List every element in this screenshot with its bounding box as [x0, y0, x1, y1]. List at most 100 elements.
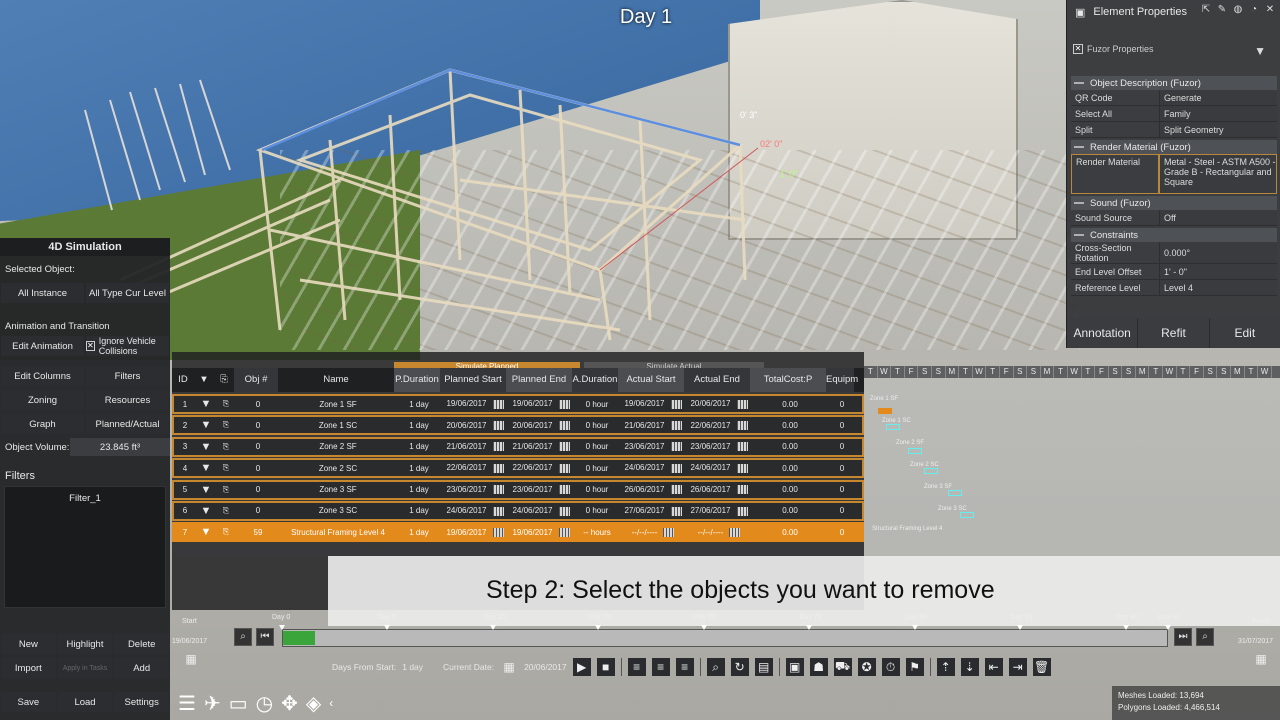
row-planned-start[interactable]: 19/06/2017 — [442, 528, 508, 538]
row-equipment[interactable]: 0 — [828, 442, 856, 451]
table-row[interactable]: 1 ▼ ⎘ 0 Zone 1 SF 1 day 19/06/2017 19/06/2017 0 … — [172, 394, 864, 414]
row-a-duration[interactable]: -- hours — [574, 528, 620, 537]
calendar-icon[interactable] — [558, 421, 570, 431]
property-row[interactable]: Select All Family — [1071, 106, 1277, 122]
row-name[interactable]: Structural Framing Level 4 — [280, 528, 396, 537]
collapse-icon[interactable] — [1074, 234, 1084, 236]
grid-icon[interactable]: ▤ — [754, 658, 773, 676]
copy-icon[interactable]: ⎘ — [214, 368, 234, 392]
row-equipment[interactable]: 0 — [828, 421, 856, 430]
property-value[interactable]: Generate — [1159, 90, 1277, 106]
row-actual-start[interactable]: 24/06/2017 — [620, 463, 686, 473]
checkbox-icon[interactable]: ✕ — [1073, 44, 1083, 54]
row-a-duration[interactable]: 0 hour — [574, 485, 620, 494]
row-equipment[interactable]: 0 — [828, 528, 856, 537]
filter-icon[interactable]: ▼ — [196, 526, 216, 538]
row-id[interactable]: 1 — [174, 400, 196, 409]
refresh-icon[interactable]: ↻ — [730, 658, 749, 676]
play-icon[interactable]: ▶ — [572, 658, 591, 676]
document-icon[interactable]: ⎘ — [216, 420, 236, 430]
calendar-icon[interactable]: ▦ — [182, 650, 200, 668]
row-obj[interactable]: 0 — [236, 464, 280, 473]
edit-animation-button[interactable]: Edit Animation — [1, 336, 84, 356]
row-actual-start[interactable]: --/--/---- — [620, 528, 686, 538]
timer-icon[interactable]: ⏱ — [881, 658, 900, 676]
calendar-icon[interactable] — [670, 421, 682, 431]
pin-icon[interactable]: ◔ — [1248, 4, 1260, 16]
filter-icon[interactable]: ▼ — [196, 462, 216, 474]
row-p-duration[interactable]: 1 day — [396, 506, 442, 515]
calendar-icon[interactable] — [558, 506, 570, 516]
all-type-cur-level-button[interactable]: All Type Cur Level — [86, 283, 169, 303]
row-planned-start[interactable]: 22/06/2017 — [442, 463, 508, 473]
row-equipment[interactable]: 0 — [828, 485, 856, 494]
row-id[interactable]: 2 — [174, 421, 196, 430]
col-a-duration[interactable]: A.Duration — [572, 368, 618, 392]
property-value[interactable]: 0.000° — [1159, 242, 1277, 264]
row-planned-start[interactable]: 23/06/2017 — [442, 485, 508, 495]
annotation-button[interactable]: Annotation — [1067, 318, 1139, 348]
section-sound[interactable]: Sound (Fuzor) — [1071, 196, 1277, 210]
row-obj[interactable]: 0 — [236, 506, 280, 515]
property-row[interactable]: Split Split Geometry — [1071, 122, 1277, 138]
row-p-duration[interactable]: 1 day — [396, 464, 442, 473]
move-icon[interactable]: ✥ — [281, 691, 298, 716]
search-icon[interactable]: ⌕ — [706, 658, 725, 676]
calendar-icon[interactable] — [558, 399, 570, 409]
calendar-icon[interactable] — [670, 442, 682, 452]
property-value[interactable]: Metal - Steel - ASTM A500 - Grade B - Re… — [1159, 154, 1277, 194]
filter-icon[interactable]: ▼ — [196, 505, 216, 517]
filter-list[interactable]: Filter_1 — [4, 486, 166, 608]
calendar-icon[interactable] — [670, 399, 682, 409]
row-actual-start[interactable]: 27/06/2017 — [620, 506, 686, 516]
table-row[interactable]: 2 ▼ ⎘ 0 Zone 1 SC 1 day 20/06/2017 20/06/2017 0 … — [172, 415, 864, 436]
edit-columns-button[interactable]: Edit Columns — [1, 366, 84, 386]
row-p-duration[interactable]: 1 day — [396, 528, 442, 537]
row-planned-end[interactable]: 19/06/2017 — [508, 399, 574, 409]
row-obj[interactable]: 0 — [236, 421, 280, 430]
filter-icon[interactable]: ▼ — [196, 419, 216, 431]
plane-icon[interactable]: ✈ — [204, 691, 221, 716]
property-value[interactable]: Split Geometry — [1159, 122, 1277, 138]
row-actual-end[interactable]: 26/06/2017 — [686, 485, 752, 495]
row-planned-end[interactable]: 19/06/2017 — [508, 528, 574, 538]
row-a-duration[interactable]: 0 hour — [574, 400, 620, 409]
property-row[interactable]: End Level Offset 1' - 0" — [1071, 264, 1277, 280]
calendar-icon[interactable] — [670, 463, 682, 473]
col-equipment[interactable]: Equipm — [826, 368, 858, 392]
row-a-duration[interactable]: 0 hour — [574, 421, 620, 430]
row-equipment[interactable]: 0 — [828, 400, 856, 409]
table-row[interactable]: 7 ▼ ⎘ 59 Structural Framing Level 4 1 day 19/0… — [172, 522, 864, 543]
document-icon[interactable]: ⎘ — [216, 399, 236, 409]
stop-icon[interactable]: ■ — [596, 658, 615, 676]
row-actual-start[interactable]: 19/06/2017 — [620, 399, 686, 409]
gantt-bar[interactable] — [886, 424, 900, 430]
timeline-track[interactable] — [282, 629, 1168, 647]
filter-item[interactable]: Filter_1 — [5, 487, 165, 504]
row-id[interactable]: 6 — [174, 506, 196, 515]
filter-icon[interactable]: ▼ — [196, 484, 216, 496]
calendar-icon[interactable] — [558, 463, 570, 473]
row-actual-end[interactable]: 27/06/2017 — [686, 506, 752, 516]
add-button[interactable]: Add — [114, 658, 170, 678]
col-name[interactable]: Name — [278, 368, 394, 392]
row-p-duration[interactable]: 1 day — [396, 421, 442, 430]
property-row[interactable]: Reference Level Level 4 — [1071, 280, 1277, 296]
gantt-bar[interactable] — [948, 490, 962, 496]
col-actual-start[interactable]: Actual Start — [618, 368, 684, 392]
row-obj[interactable]: 0 — [236, 485, 280, 494]
settings-button[interactable]: Settings — [114, 692, 170, 712]
clock-icon[interactable]: ◷ — [256, 691, 273, 716]
calendar-icon[interactable] — [670, 506, 682, 516]
row-planned-start[interactable]: 21/06/2017 — [442, 442, 508, 452]
gantt-bar[interactable] — [878, 408, 892, 414]
row-p-duration[interactable]: 1 day — [396, 400, 442, 409]
filter-icon[interactable]: ▼ — [1254, 44, 1266, 58]
calendar-icon[interactable] — [492, 421, 504, 431]
row-actual-end[interactable]: 22/06/2017 — [686, 421, 752, 431]
section-render-material[interactable]: Render Material (Fuzor) — [1071, 140, 1277, 154]
table-row[interactable]: 5 ▼ ⎘ 0 Zone 3 SF 1 day 23/06/2017 23/06/2017 0 … — [172, 479, 864, 500]
row-total-cost[interactable]: 0.00 — [752, 506, 828, 515]
property-value[interactable]: Family — [1159, 106, 1277, 122]
calendar-icon[interactable] — [670, 485, 682, 495]
